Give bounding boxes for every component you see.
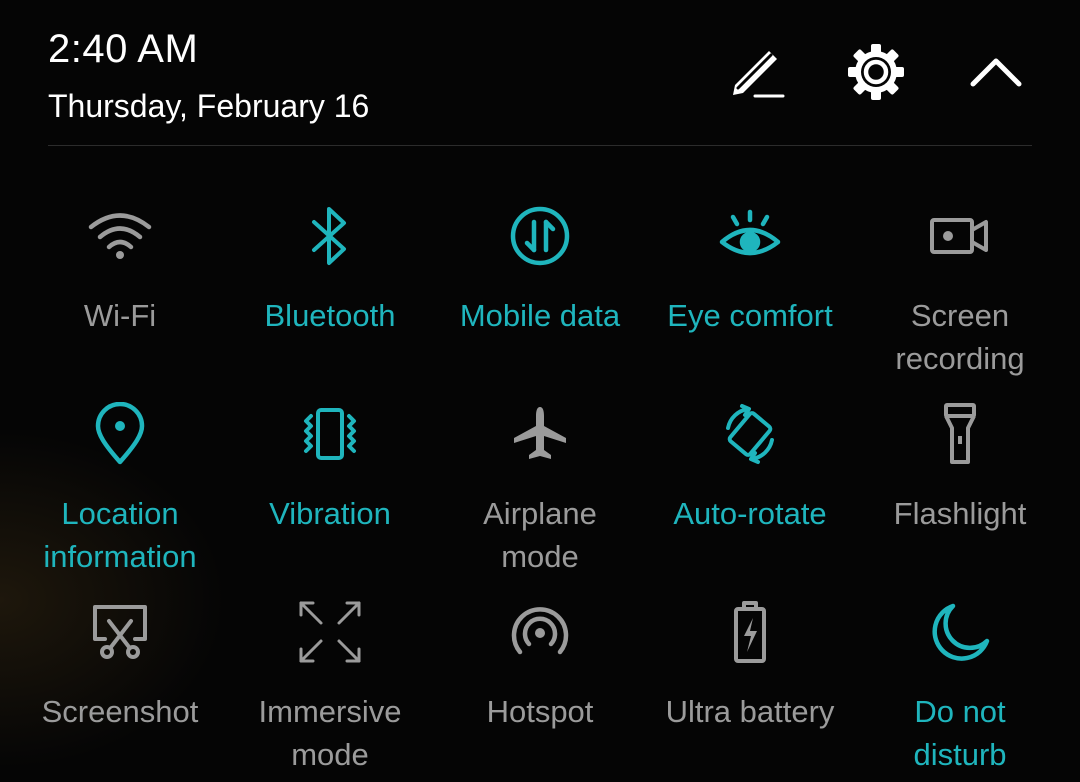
tile-flashlight[interactable]: Flashlight bbox=[855, 398, 1065, 596]
quick-tiles-grid: Wi-Fi Bluetooth Mobile data Eye comfort … bbox=[15, 200, 1065, 782]
tile-ultra-battery[interactable]: Ultra battery bbox=[645, 596, 855, 782]
tile-hotspot[interactable]: Hotspot bbox=[435, 596, 645, 782]
video-camera-icon bbox=[924, 200, 996, 272]
tile-wifi[interactable]: Wi-Fi bbox=[15, 200, 225, 398]
tile-screenshot[interactable]: Screenshot bbox=[15, 596, 225, 782]
status-header: 2:40 AM Thursday, February 16 bbox=[0, 0, 1080, 146]
clock-time: 2:40 AM bbox=[48, 27, 199, 71]
immersive-icon bbox=[294, 596, 366, 668]
battery-icon bbox=[714, 596, 786, 668]
eye-icon bbox=[714, 200, 786, 272]
quick-settings-panel: 2:40 AM Thursday, February 16 Wi-Fi Blue… bbox=[0, 0, 1080, 782]
tile-do-not-disturb[interactable]: Do not disturb bbox=[855, 596, 1065, 782]
tile-label: Wi-Fi bbox=[83, 298, 157, 333]
tile-label: Mobile data bbox=[459, 298, 621, 333]
tile-location[interactable]: Location information bbox=[15, 398, 225, 596]
tile-label: Screenshot bbox=[41, 694, 199, 729]
tile-label: Location information bbox=[43, 496, 197, 574]
bluetooth-icon bbox=[294, 200, 366, 272]
tile-label: Do not disturb bbox=[913, 694, 1007, 772]
clock-date: Thursday, February 16 bbox=[48, 88, 370, 124]
tile-auto-rotate[interactable]: Auto-rotate bbox=[645, 398, 855, 596]
header-divider bbox=[48, 145, 1032, 146]
vibration-icon bbox=[294, 398, 366, 470]
tile-label: Auto-rotate bbox=[673, 496, 827, 531]
moon-icon bbox=[924, 596, 996, 668]
tile-label: Vibration bbox=[269, 496, 391, 531]
location-pin-icon bbox=[84, 398, 156, 470]
airplane-icon bbox=[504, 398, 576, 470]
tile-vibration[interactable]: Vibration bbox=[225, 398, 435, 596]
tile-label: Ultra battery bbox=[665, 694, 835, 729]
tile-label: Flashlight bbox=[893, 496, 1027, 531]
flashlight-icon bbox=[924, 398, 996, 470]
tile-label: Bluetooth bbox=[264, 298, 396, 333]
tile-airplane-mode[interactable]: Airplane mode bbox=[435, 398, 645, 596]
chevron-up-icon[interactable] bbox=[964, 40, 1028, 104]
tile-label: Screen recording bbox=[895, 298, 1025, 376]
tile-label: Hotspot bbox=[486, 694, 594, 729]
screenshot-icon bbox=[84, 596, 156, 668]
auto-rotate-icon bbox=[714, 398, 786, 470]
tile-bluetooth[interactable]: Bluetooth bbox=[225, 200, 435, 398]
wifi-icon bbox=[84, 200, 156, 272]
tile-screen-recording[interactable]: Screen recording bbox=[855, 200, 1065, 398]
edit-icon[interactable] bbox=[724, 40, 788, 104]
tile-label: Airplane mode bbox=[483, 496, 597, 574]
tile-eye-comfort[interactable]: Eye comfort bbox=[645, 200, 855, 398]
tile-label: Eye comfort bbox=[667, 298, 833, 333]
mobile-data-icon bbox=[504, 200, 576, 272]
tile-immersive-mode[interactable]: Immersive mode bbox=[225, 596, 435, 782]
hotspot-icon bbox=[504, 596, 576, 668]
gear-icon[interactable] bbox=[844, 40, 908, 104]
tile-mobile-data[interactable]: Mobile data bbox=[435, 200, 645, 398]
tile-label: Immersive mode bbox=[258, 694, 402, 772]
